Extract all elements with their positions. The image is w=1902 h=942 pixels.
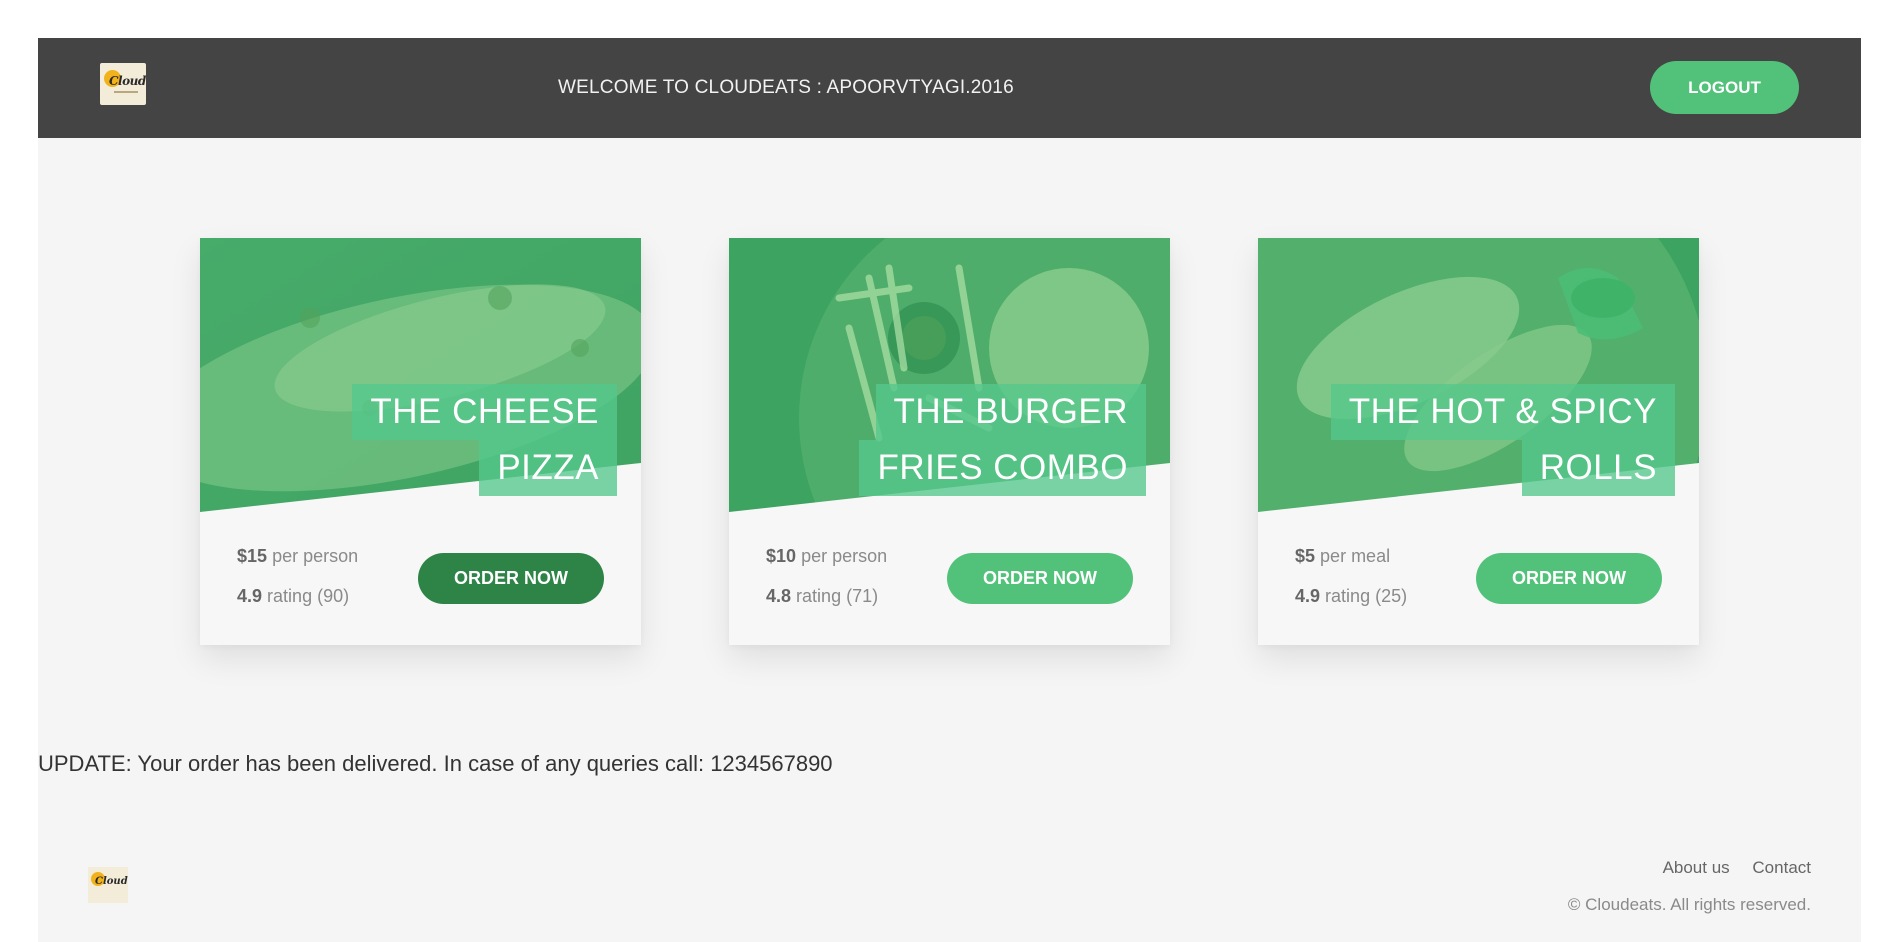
menu-card-burger-fries: THE BURGER FRIES COMBO $10 per person 4.… xyxy=(729,238,1170,645)
card-info: $15 per person 4.9 rating (90) xyxy=(237,544,358,624)
card-title-line2: ROLLS xyxy=(1521,440,1675,496)
about-us-link[interactable]: About us xyxy=(1663,858,1730,877)
rating-text: rating (25) xyxy=(1325,586,1408,606)
menu-card-cheese-pizza: THE CHEESE PIZZA $15 per person 4.9 rati… xyxy=(200,238,641,645)
logo-text: Cloud xyxy=(95,876,128,887)
rating-value: 4.9 xyxy=(237,586,263,606)
price-value: $5 xyxy=(1295,546,1316,566)
price-unit: per meal xyxy=(1320,546,1391,566)
cloudeats-logo[interactable]: Cloud xyxy=(100,63,146,105)
price-row: $15 per person xyxy=(237,544,358,584)
card-image: THE CHEESE PIZZA xyxy=(200,238,641,512)
card-info: $5 per meal 4.9 rating (25) xyxy=(1295,544,1407,624)
card-image: THE BURGER FRIES COMBO xyxy=(729,238,1170,512)
card-image: THE HOT & SPICY ROLLS xyxy=(1258,238,1699,512)
order-now-button[interactable]: ORDER NOW xyxy=(418,553,604,604)
logo-underline xyxy=(114,91,138,93)
contact-link[interactable]: Contact xyxy=(1752,858,1811,877)
order-now-button[interactable]: ORDER NOW xyxy=(1476,553,1662,604)
rating-row: 4.9 rating (25) xyxy=(1295,584,1407,624)
copyright-text: © Cloudeats. All rights reserved. xyxy=(1567,895,1811,914)
price-unit: per person xyxy=(272,546,359,566)
price-value: $15 xyxy=(237,546,268,566)
menu-card-spicy-rolls: THE HOT & SPICY ROLLS $5 per meal 4.9 ra… xyxy=(1258,238,1699,645)
rating-text: rating (71) xyxy=(796,586,879,606)
welcome-message: WELCOME TO CLOUDEATS : APOORVTYAGI.2016 xyxy=(558,77,1014,98)
order-now-button[interactable]: ORDER NOW xyxy=(947,553,1133,604)
card-title-line2: PIZZA xyxy=(479,440,617,496)
card-title-line1: THE CHEESE xyxy=(352,384,617,440)
card-title-line2: FRIES COMBO xyxy=(859,440,1146,496)
rating-value: 4.9 xyxy=(1295,586,1321,606)
top-header: Cloud WELCOME TO CLOUDEATS : APOORVTYAGI… xyxy=(38,38,1861,138)
footer-links: About us Contact xyxy=(1645,858,1811,878)
card-info: $10 per person 4.8 rating (71) xyxy=(766,544,887,624)
page: Cloud WELCOME TO CLOUDEATS : APOORVTYAGI… xyxy=(38,38,1861,942)
logo-text: Cloud xyxy=(109,74,146,88)
price-row: $5 per meal xyxy=(1295,544,1407,584)
card-title-line1: THE HOT & SPICY xyxy=(1330,384,1675,440)
order-update-message: UPDATE: Your order has been delivered. I… xyxy=(38,751,833,776)
price-value: $10 xyxy=(766,546,797,566)
price-unit: per person xyxy=(801,546,888,566)
logout-button[interactable]: LOGOUT xyxy=(1650,61,1799,114)
footer-logo[interactable]: Cloud xyxy=(88,867,128,903)
price-row: $10 per person xyxy=(766,544,887,584)
rating-row: 4.8 rating (71) xyxy=(766,584,887,624)
rating-row: 4.9 rating (90) xyxy=(237,584,358,624)
rating-value: 4.8 xyxy=(766,586,792,606)
card-title-line1: THE BURGER xyxy=(875,384,1146,440)
rating-text: rating (90) xyxy=(267,586,350,606)
